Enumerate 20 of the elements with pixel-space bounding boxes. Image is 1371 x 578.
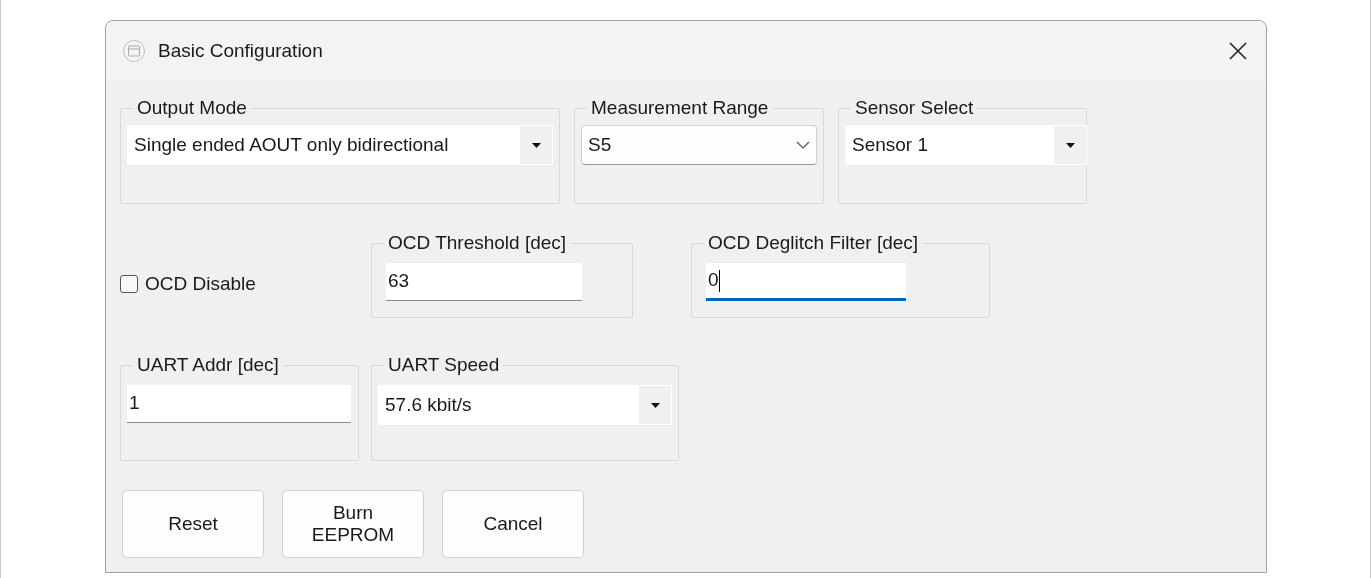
input-field[interactable]: 63 (386, 263, 582, 301)
dropdown-caret-icon (1065, 142, 1075, 148)
text-cursor (718, 269, 720, 292)
checkbox-label: OCD Disable (145, 272, 256, 296)
close-icon[interactable] (1228, 41, 1248, 61)
checkbox[interactable] (120, 275, 138, 294)
dialog-button[interactable]: Reset (122, 490, 264, 558)
dropdown[interactable]: Single ended AOUT only bidirectional (127, 125, 553, 165)
input-field[interactable]: 1 (127, 385, 351, 423)
dropdown[interactable]: S5 (581, 125, 817, 165)
dropdown[interactable]: Sensor 1 (845, 125, 1087, 165)
window-title: Basic Configuration (158, 38, 323, 63)
app-icon (122, 39, 146, 63)
dropdown[interactable]: 57.6 kbit/s (378, 385, 672, 425)
dialog-button[interactable]: Burn EEPROM (282, 490, 424, 558)
dialog-button[interactable]: Cancel (442, 490, 584, 558)
dropdown-caret-icon (531, 142, 541, 148)
chevron-down-icon (796, 141, 810, 149)
input-field[interactable]: 0 (706, 263, 906, 301)
dropdown-caret-icon (650, 402, 660, 408)
